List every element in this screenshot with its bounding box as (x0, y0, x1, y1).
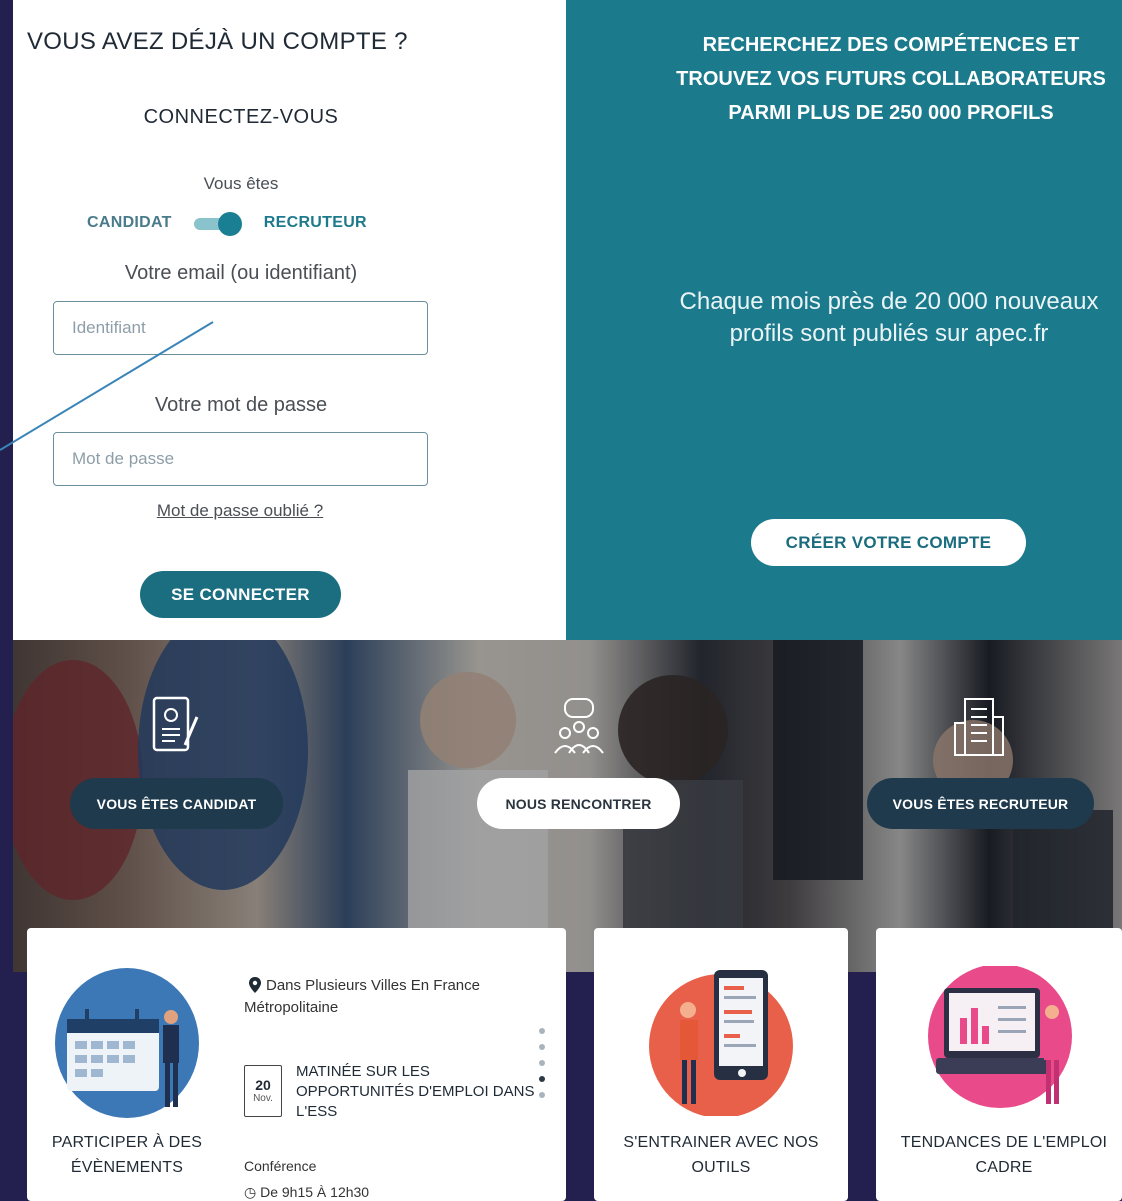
carousel-dot[interactable] (539, 1092, 545, 1098)
promo-title: RECHERCHEZ DES COMPÉTENCES ET TROUVEZ VO… (676, 34, 1106, 124)
email-label: Votre email (ou identifiant) (124, 262, 358, 284)
password-field[interactable] (53, 432, 428, 486)
forgot-password-link[interactable]: Mot de passe oublié ? (13, 501, 467, 521)
events-card-title: PARTICIPER À DES ÉVÈNEMENTS (51, 1134, 203, 1176)
recruiter-promo-panel: RECHERCHEZ DES COMPÉTENCES ET TROUVEZ VO… (566, 0, 1122, 640)
carousel-dot-active[interactable] (539, 1076, 545, 1082)
event-time: De 9h15 À 12h30 (260, 1184, 370, 1200)
login-button[interactable]: SE CONNECTER (140, 571, 341, 618)
trends-card[interactable]: TENDANCES DE L'EMPLOI CADRE (876, 928, 1122, 1201)
event-title[interactable]: MATINÉE SUR LES OPPORTUNITÉS D'EMPLOI DA… (296, 1062, 540, 1122)
event-date-badge: 20 Nov. (244, 1065, 282, 1117)
resume-icon (152, 696, 199, 752)
toggle-knob (217, 212, 242, 236)
carousel-dot[interactable] (539, 1028, 545, 1034)
meet-us-button[interactable]: NOUS RENCONTRER (477, 778, 680, 829)
email-field[interactable] (53, 301, 428, 355)
tools-card-title: S'ENTRAINER AVEC NOS OUTILS (623, 1134, 819, 1176)
candidate-cta-button[interactable]: VOUS ÊTES CANDIDAT (70, 778, 283, 829)
role-toggle[interactable] (193, 212, 242, 236)
login-subtitle: CONNECTEZ-VOUS (143, 106, 339, 128)
carousel-dots[interactable] (539, 1028, 545, 1098)
clock-icon: ◷ (244, 1184, 261, 1200)
hero-photo-band: VOUS ÊTES CANDIDAT NOUS RENCONTRER VOUS … (13, 640, 1122, 972)
login-panel: VOUS AVEZ DÉJÀ UN COMPTE ? CONNECTEZ-VOU… (13, 0, 566, 640)
promo-text: Chaque mois près de 20 000 nouveaux prof… (679, 288, 1099, 347)
role-candidate-label[interactable]: CANDIDAT (87, 214, 172, 232)
carousel-dot[interactable] (539, 1060, 545, 1066)
building-icon (954, 698, 1004, 756)
event-date-month: Nov. (253, 1093, 273, 1104)
events-card[interactable]: PARTICIPER À DES ÉVÈNEMENTS Dans Plusieu… (27, 928, 566, 1201)
calendar-illustration-icon (55, 968, 199, 1118)
event-type: Conférence (244, 1158, 317, 1174)
trends-illustration-icon (928, 966, 1072, 1108)
tools-illustration-icon (649, 970, 793, 1116)
role-switch-row: CANDIDAT RECRUTEUR (87, 212, 367, 236)
event-date-day: 20 (255, 1077, 271, 1093)
login-title: VOUS AVEZ DÉJÀ UN COMPTE ? (27, 28, 408, 55)
role-recruiter-label[interactable]: RECRUTEUR (264, 214, 367, 232)
recruiter-cta-button[interactable]: VOUS ÊTES RECRUTEUR (867, 778, 1094, 829)
trends-card-title: TENDANCES DE L'EMPLOI CADRE (900, 1134, 1108, 1176)
password-label: Votre mot de passe (154, 394, 328, 416)
create-account-button[interactable]: CRÉER VOTRE COMPTE (751, 519, 1026, 566)
carousel-dot[interactable] (539, 1044, 545, 1050)
tools-card[interactable]: S'ENTRAINER AVEC NOS OUTILS (594, 928, 848, 1201)
role-prompt: Vous êtes (203, 174, 279, 193)
meeting-people-icon (554, 698, 604, 754)
event-time-row: ◷ De 9h15 À 12h30 (244, 1184, 369, 1201)
event-location: Dans Plusieurs Villes En France Métropol… (244, 977, 480, 1016)
